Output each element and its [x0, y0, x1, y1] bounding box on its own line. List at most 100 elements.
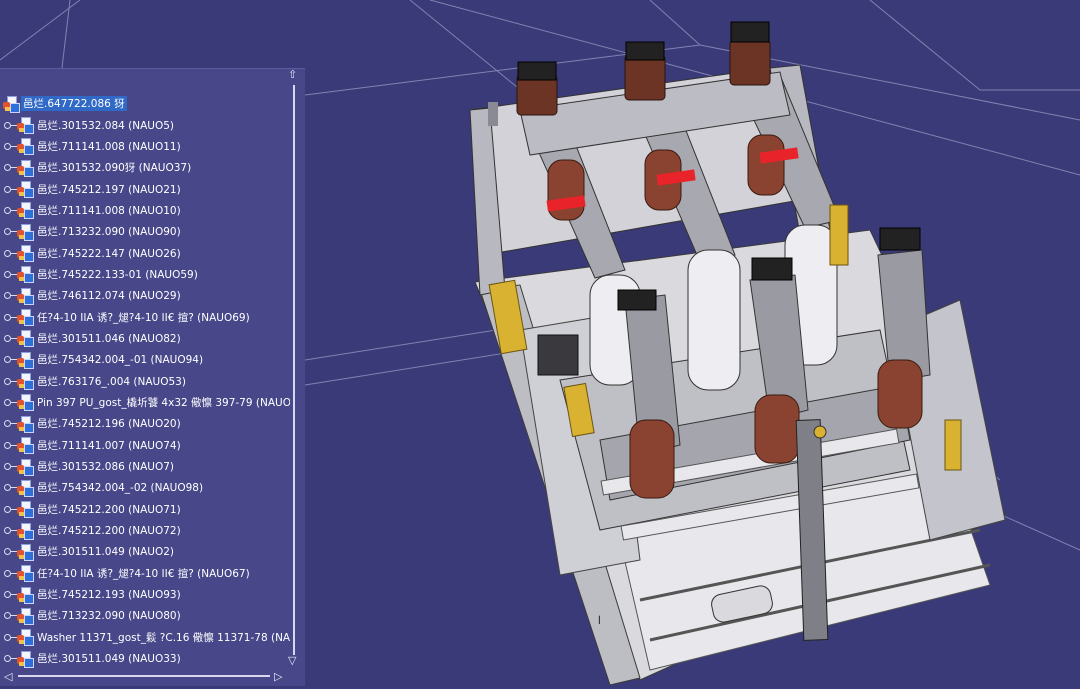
specification-tree-panel: 邑烂.647722.086 犽 邑烂.301532.084 (NAUO5) 邑烂.… — [0, 68, 305, 686]
tree-branch-icon[interactable] — [2, 179, 17, 200]
tree-root-label: 邑烂.647722.086 犽 — [21, 96, 127, 112]
tree-node-label: 邑烂.301511.049 (NAUO2) — [37, 546, 174, 559]
tree-node[interactable]: 邑烂.711141.008 (NAUO11) — [0, 136, 290, 157]
tree-node[interactable]: 邑烂.745212.200 (NAUO72) — [0, 520, 290, 541]
tree-node[interactable]: 邑烂.301511.046 (NAUO82) — [0, 328, 290, 349]
specification-tree: 邑烂.647722.086 犽 邑烂.301532.084 (NAUO5) 邑烂.… — [0, 93, 290, 685]
product-assembly-icon — [16, 223, 34, 241]
tree-node-label: 邑烂.745212.200 (NAUO71) — [37, 503, 181, 516]
tree-branch-icon[interactable] — [2, 349, 17, 370]
product-assembly-icon — [16, 458, 34, 476]
product-assembly-icon — [16, 522, 34, 540]
tree-branch-icon[interactable] — [2, 328, 17, 349]
tree-node[interactable]: 邑烂.754342.004_-01 (NAUO94) — [0, 349, 290, 370]
tree-node[interactable]: 邑烂.745222.147 (NAUO26) — [0, 242, 290, 263]
product-assembly-icon — [16, 202, 34, 220]
tree-branch-icon[interactable] — [2, 136, 17, 157]
scroll-right-icon[interactable]: ▷ — [274, 671, 282, 682]
tree-branch-icon[interactable] — [2, 221, 17, 242]
tree-branch-icon[interactable] — [2, 243, 17, 264]
switchgear-model: ꟾ — [469, 21, 1006, 686]
tree-branch-icon[interactable] — [2, 307, 17, 328]
tree-node-label: 邑烂.763176_.004 (NAUO53) — [37, 375, 186, 388]
tree-node-label: 邑烂.301532.086 (NAUO7) — [37, 461, 174, 474]
vertical-scrollbar[interactable]: ⇧ ▽ — [288, 69, 300, 669]
product-assembly-icon — [16, 330, 34, 348]
tree-branch-icon[interactable] — [2, 413, 17, 434]
tree-node[interactable]: 邑烂.713232.090 (NAUO80) — [0, 605, 290, 626]
product-assembly-icon — [16, 586, 34, 604]
tree-node-label: 邑烂.754342.004_-02 (NAUO98) — [37, 482, 204, 495]
tree-branch-icon[interactable] — [2, 605, 17, 626]
tree-branch-icon[interactable] — [2, 285, 17, 306]
tree-node[interactable]: 邑烂.301532.086 (NAUO7) — [0, 456, 290, 477]
product-assembly-icon — [16, 565, 34, 583]
tree-branch-icon[interactable] — [2, 520, 17, 541]
horizontal-scrollbar[interactable]: ◁ ▷ — [4, 671, 289, 682]
tree-branch-icon[interactable] — [2, 200, 17, 221]
product-assembly-icon — [16, 415, 34, 433]
tree-node-label: 邑烂.301511.049 (NAUO33) — [37, 653, 181, 666]
tree-node-label: 邑烂.301532.084 (NAUO5) — [37, 119, 174, 132]
tree-node[interactable]: 邑烂.301511.049 (NAUO33) — [0, 648, 290, 669]
tree-node[interactable]: Pin 397 PU_gost_橇圻饕 4x32 儆懔 397-79 (NAUO… — [0, 392, 290, 413]
product-assembly-icon — [16, 543, 34, 561]
product-assembly-icon — [16, 373, 34, 391]
tree-node[interactable]: 邑烂.745222.133-01 (NAUO59) — [0, 264, 290, 285]
tree-node[interactable]: 邑烂.754342.004_-02 (NAUO98) — [0, 477, 290, 498]
tree-node[interactable]: 邑烂.745212.200 (NAUO71) — [0, 499, 290, 520]
tree-node-label: 邑烂.711141.007 (NAUO74) — [37, 439, 181, 452]
product-assembly-icon — [16, 437, 34, 455]
tree-node[interactable]: 邑烂.745212.193 (NAUO93) — [0, 584, 290, 605]
scroll-up-icon[interactable]: ⇧ — [288, 69, 297, 80]
tree-node[interactable]: 邑烂.301532.084 (NAUO5) — [0, 114, 290, 135]
tree-node[interactable]: 邑烂.301532.090犽 (NAUO37) — [0, 157, 290, 178]
tree-node[interactable]: 邑烂.746112.074 (NAUO29) — [0, 285, 290, 306]
product-assembly-icon — [16, 159, 34, 177]
tree-branch-icon[interactable] — [2, 435, 17, 456]
tree-branch-icon[interactable] — [2, 157, 17, 178]
tree-branch-icon[interactable] — [2, 477, 17, 498]
product-assembly-icon — [16, 138, 34, 156]
tree-branch-icon[interactable] — [2, 371, 17, 392]
svg-text:ꟾ: ꟾ — [598, 615, 601, 627]
tree-node-label: 邑烂.745212.200 (NAUO72) — [37, 525, 181, 538]
tree-node[interactable]: 任?4-10 IIA 诱?_煺?4-10 II€ 揎? (NAUO69) — [0, 306, 290, 327]
product-assembly-icon — [2, 95, 20, 113]
vertical-scroll-track[interactable] — [293, 85, 295, 655]
tree-node-label: 邑烂.713232.090 (NAUO80) — [37, 610, 181, 623]
tree-node[interactable]: 邑烂.745212.197 (NAUO21) — [0, 178, 290, 199]
tree-branch-icon[interactable] — [2, 264, 17, 285]
tree-branch-icon[interactable] — [2, 499, 17, 520]
product-assembly-icon — [16, 479, 34, 497]
tree-node-label: 邑烂.301511.046 (NAUO82) — [37, 332, 181, 345]
tree-node-label: 邑烂.746112.074 (NAUO29) — [37, 290, 181, 303]
tree-branch-icon[interactable] — [2, 392, 17, 413]
tree-node[interactable]: 邑烂.711141.007 (NAUO74) — [0, 435, 290, 456]
tree-node[interactable]: 任?4-10 IIA 诱?_煺?4-10 II€ 揎? (NAUO67) — [0, 563, 290, 584]
scroll-down-icon[interactable]: ▽ — [288, 655, 296, 666]
tree-node[interactable]: 邑烂.711141.008 (NAUO10) — [0, 200, 290, 221]
product-assembly-icon — [16, 607, 34, 625]
tree-branch-icon[interactable] — [2, 584, 17, 605]
tree-branch-icon[interactable] — [2, 115, 17, 136]
scroll-left-icon[interactable]: ◁ — [4, 671, 12, 682]
tree-branch-icon[interactable] — [2, 627, 17, 648]
tree-branch-icon[interactable] — [2, 648, 17, 669]
product-assembly-icon — [16, 351, 34, 369]
tree-branch-icon[interactable] — [2, 541, 17, 562]
tree-node[interactable]: 邑烂.301511.049 (NAUO2) — [0, 541, 290, 562]
tree-node[interactable]: Washer 11371_gost_鬏 ?C.16 儆懔 11371-78 (N… — [0, 627, 290, 648]
tree-node[interactable]: 邑烂.745212.196 (NAUO20) — [0, 413, 290, 434]
tree-node-label: 邑烂.713232.090 (NAUO90) — [37, 226, 181, 239]
tree-node[interactable]: 邑烂.763176_.004 (NAUO53) — [0, 370, 290, 391]
tree-node[interactable]: 邑烂.713232.090 (NAUO90) — [0, 221, 290, 242]
tree-node-label: Washer 11371_gost_鬏 ?C.16 儆懔 11371-78 (N… — [37, 631, 290, 644]
product-assembly-icon — [16, 501, 34, 519]
tree-node-label: 邑烂.711141.008 (NAUO10) — [37, 204, 181, 217]
horizontal-scroll-track[interactable] — [18, 675, 270, 677]
tree-node-label: 任?4-10 IIA 诱?_煺?4-10 II€ 揎? (NAUO67) — [37, 567, 250, 580]
tree-root-node[interactable]: 邑烂.647722.086 犽 — [0, 93, 290, 114]
tree-branch-icon[interactable] — [2, 456, 17, 477]
tree-branch-icon[interactable] — [2, 563, 17, 584]
